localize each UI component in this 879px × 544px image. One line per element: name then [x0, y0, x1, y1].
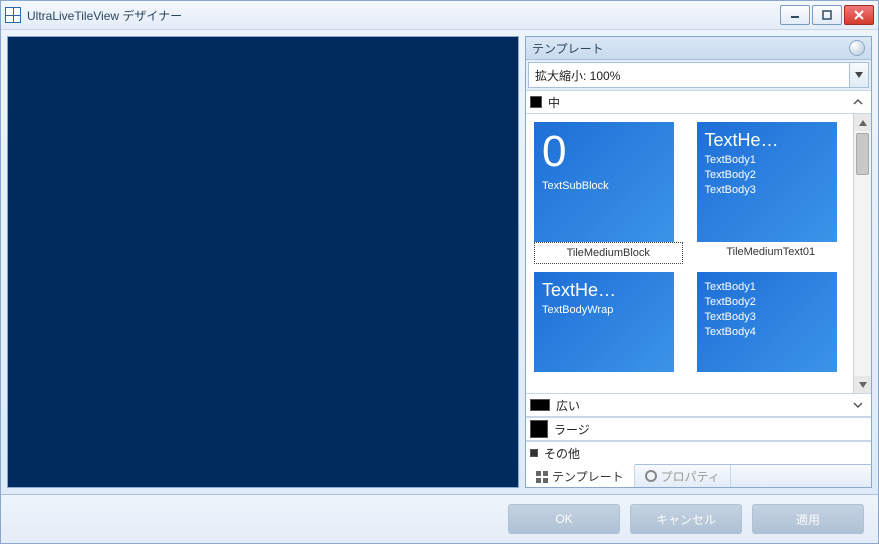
- window-controls: [780, 5, 874, 25]
- tile-wrap-body-text: TextBodyWrap: [542, 303, 666, 318]
- category-medium-collapse[interactable]: [849, 95, 867, 109]
- design-canvas[interactable]: [7, 36, 519, 488]
- tile-gallery: 0 TextSubBlock TileMediumBlock TextHe… T…: [526, 114, 853, 393]
- category-medium-label: 中: [548, 94, 560, 111]
- templates-icon: [536, 471, 548, 483]
- tile-template-block[interactable]: 0 TextSubBlock TileMediumBlock: [534, 122, 683, 264]
- category-large-swatch: [530, 420, 548, 438]
- category-other-label: その他: [544, 445, 580, 462]
- zoom-selector[interactable]: 拡大縮小: 100%: [528, 62, 869, 88]
- app-icon: [5, 7, 21, 23]
- tile-wrap-body: TextBodyWrap: [542, 303, 666, 318]
- category-large-label: ラージ: [554, 421, 590, 438]
- side-tabs: テンプレート プロパティ: [526, 464, 871, 487]
- tile-text01-body2: TextBody2: [705, 168, 829, 183]
- minimize-button[interactable]: [780, 5, 810, 25]
- apply-button-label: 適用: [796, 511, 820, 528]
- scroll-down-button[interactable]: [854, 376, 871, 393]
- tile-preview-four: TextBody1 TextBody2 TextBody3 TextBody4: [697, 272, 837, 372]
- tile-preview-text01: TextHe… TextBody1 TextBody2 TextBody3: [697, 122, 837, 242]
- zoom-dropdown-button[interactable]: [849, 63, 868, 87]
- scroll-up-button[interactable]: [854, 114, 871, 131]
- designer-window: UltraLiveTileView デザイナー テンプレート 拡大縮小: 100…: [0, 0, 879, 544]
- minimize-icon: [790, 10, 800, 20]
- tile-block-sub: TextSubBlock: [542, 180, 666, 192]
- side-panel: テンプレート 拡大縮小: 100% 中: [525, 36, 872, 488]
- side-panel-header: テンプレート: [526, 37, 871, 60]
- cancel-button-label: キャンセル: [656, 511, 716, 528]
- tile-text01-body3: TextBody3: [705, 183, 829, 198]
- tab-properties[interactable]: プロパティ: [635, 465, 731, 487]
- chevron-up-icon: [853, 98, 863, 106]
- tile-block-label: TileMediumBlock: [534, 242, 683, 264]
- tile-wrap-heading: TextHe…: [542, 280, 666, 301]
- side-panel-title: テンプレート: [532, 40, 604, 57]
- tile-text01-heading: TextHe…: [705, 130, 829, 151]
- tile-template-wrap[interactable]: TextHe… TextBodyWrap: [534, 272, 683, 372]
- scroll-track[interactable]: [854, 131, 871, 376]
- gear-icon: [645, 470, 657, 482]
- category-large[interactable]: ラージ: [526, 417, 871, 441]
- content-area: テンプレート 拡大縮小: 100% 中: [1, 30, 878, 494]
- tile-four-body: TextBody1 TextBody2 TextBody3 TextBody4: [705, 280, 829, 339]
- close-icon: [854, 10, 864, 20]
- tile-template-four[interactable]: TextBody1 TextBody2 TextBody3 TextBody4: [697, 272, 846, 372]
- scroll-thumb[interactable]: [856, 133, 869, 175]
- category-wide-expand[interactable]: [849, 398, 867, 412]
- chevron-down-icon: [853, 401, 863, 409]
- category-medium-swatch: [530, 96, 542, 108]
- maximize-button[interactable]: [812, 5, 842, 25]
- tile-four-body4: TextBody4: [705, 325, 829, 340]
- close-button[interactable]: [844, 5, 874, 25]
- tab-templates-label: テンプレート: [552, 468, 624, 485]
- tile-block-number: 0: [542, 130, 666, 174]
- tile-text01-label: TileMediumText01: [697, 242, 846, 262]
- tile-preview-wrap: TextHe… TextBodyWrap: [534, 272, 674, 372]
- maximize-icon: [822, 10, 832, 20]
- ok-button[interactable]: OK: [508, 504, 620, 534]
- tile-four-body3: TextBody3: [705, 310, 829, 325]
- tile-four-body2: TextBody2: [705, 295, 829, 310]
- category-wide-swatch: [530, 399, 550, 411]
- category-wide[interactable]: 広い: [526, 393, 871, 417]
- tile-template-text01[interactable]: TextHe… TextBody1 TextBody2 TextBody3 Ti…: [697, 122, 846, 264]
- tile-text01-body1: TextBody1: [705, 153, 829, 168]
- titlebar: UltraLiveTileView デザイナー: [1, 1, 878, 30]
- tile-gallery-container: 0 TextSubBlock TileMediumBlock TextHe… T…: [526, 114, 871, 393]
- dialog-footer: OK キャンセル 適用: [1, 494, 878, 543]
- tab-properties-label: プロパティ: [661, 468, 720, 485]
- apply-button[interactable]: 適用: [752, 504, 864, 534]
- chevron-down-icon: [859, 382, 867, 388]
- ok-button-label: OK: [555, 512, 572, 526]
- window-title: UltraLiveTileView デザイナー: [27, 7, 182, 24]
- cancel-button[interactable]: キャンセル: [630, 504, 742, 534]
- zoom-label: 拡大縮小: 100%: [529, 67, 849, 84]
- gallery-scrollbar[interactable]: [853, 114, 871, 393]
- tab-templates[interactable]: テンプレート: [526, 464, 635, 487]
- tile-preview-block: 0 TextSubBlock: [534, 122, 674, 242]
- category-other-swatch: [530, 449, 538, 457]
- category-medium[interactable]: 中: [526, 90, 871, 114]
- category-other[interactable]: その他: [526, 441, 871, 464]
- tile-four-body1: TextBody1: [705, 280, 829, 295]
- panel-options-icon[interactable]: [849, 40, 865, 56]
- chevron-up-icon: [859, 120, 867, 126]
- tile-text01-body: TextBody1 TextBody2 TextBody3: [705, 153, 829, 198]
- category-wide-label: 広い: [556, 397, 580, 414]
- chevron-down-icon: [855, 72, 863, 78]
